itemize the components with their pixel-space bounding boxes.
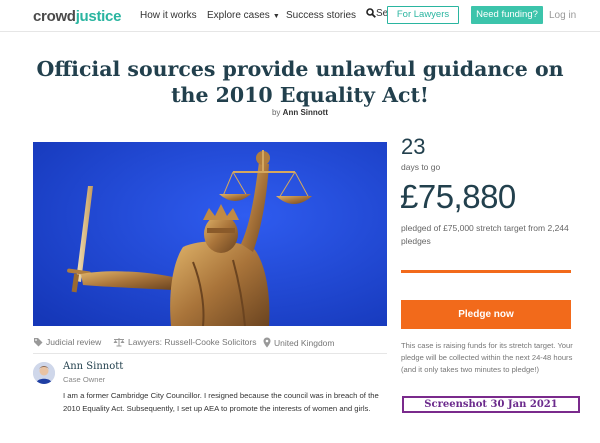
nav-how-it-works[interactable]: How it works [140, 10, 197, 21]
tag-lawyers-label: Lawyers: Russell-Cooke Solicitors [128, 337, 257, 347]
tag-category-label: Judicial review [46, 337, 102, 347]
tag-location[interactable]: United Kingdom [263, 337, 334, 348]
logo-text-justice: justice [75, 8, 122, 25]
funding-progress-fill [401, 270, 571, 273]
days-remaining-label: days to go [401, 162, 441, 172]
nav-explore-cases-label: Explore cases [207, 10, 270, 21]
search-button[interactable]: Se [366, 8, 388, 19]
funding-progress-bar [401, 270, 571, 273]
amount-raised: £75,880 [400, 178, 516, 215]
owner-avatar[interactable] [33, 362, 55, 384]
search-icon [366, 8, 376, 18]
owner-name[interactable]: Ann Sinnott [63, 361, 123, 372]
tags-divider [33, 353, 387, 354]
top-navigation: crowdjustice How it works Explore cases ▼… [0, 0, 600, 32]
location-pin-icon [263, 337, 271, 348]
byline-prefix: by [271, 108, 281, 117]
pledge-now-button[interactable]: Pledge now [401, 300, 571, 329]
for-lawyers-button[interactable]: For Lawyers [387, 6, 459, 24]
scales-icon [113, 338, 125, 347]
need-funding-button[interactable]: Need funding? [471, 6, 543, 24]
lady-justice-illustration [33, 142, 387, 326]
nav-success-stories[interactable]: Success stories [286, 10, 356, 21]
crowdjustice-logo[interactable]: crowdjustice [33, 8, 121, 25]
owner-bio: I am a former Cambridge City Councillor.… [63, 391, 379, 413]
screenshot-date-stamp: Screenshot 30 Jan 2021 [402, 396, 580, 413]
case-hero-image [33, 142, 387, 326]
tag-category[interactable]: Judicial review [33, 337, 101, 347]
case-byline: by Ann Sinnott [0, 108, 600, 117]
days-remaining-count: 23 [401, 134, 426, 159]
tag-lawyers[interactable]: Lawyers: Russell-Cooke Solicitors [113, 337, 257, 347]
login-link[interactable]: Log in [549, 10, 576, 21]
tag-location-label: United Kingdom [274, 338, 335, 348]
stretch-target-note: This case is raising funds for its stret… [401, 341, 573, 374]
case-title: Official sources provide unlawful guidan… [36, 57, 564, 107]
owner-role: Case Owner [63, 375, 106, 384]
nav-explore-cases[interactable]: Explore cases ▼ [207, 10, 280, 21]
author-link[interactable]: Ann Sinnott [283, 108, 328, 117]
pledged-summary: pledged of £75,000 stretch target from 2… [401, 223, 569, 246]
chevron-down-icon: ▼ [272, 13, 280, 20]
tag-icon [34, 338, 43, 347]
owner-avatar-image [33, 362, 55, 384]
logo-text-crowd: crowd [33, 8, 76, 25]
